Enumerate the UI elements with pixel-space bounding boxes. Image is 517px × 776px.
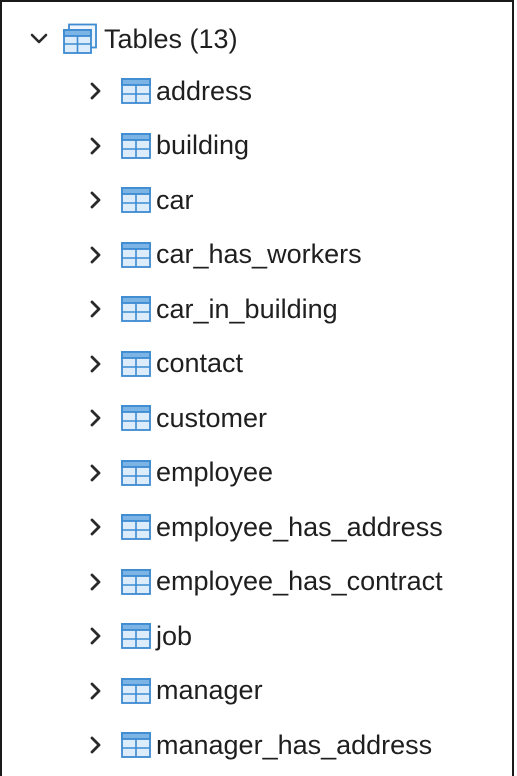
table-icon (120, 241, 152, 269)
chevron-right-icon[interactable] (82, 732, 108, 758)
table-item-label: contact (156, 348, 244, 378)
table-icon (120, 568, 152, 596)
chevron-right-icon[interactable] (82, 623, 108, 649)
chevron-right-icon[interactable] (82, 460, 108, 486)
table-icon (120, 459, 152, 487)
chevron-right-icon[interactable] (82, 678, 108, 704)
chevron-right-icon[interactable] (82, 296, 108, 322)
table-item-label: car_in_building (156, 293, 338, 324)
chevron-right-icon[interactable] (82, 514, 108, 540)
table-item-label: building (156, 130, 250, 160)
tree-node-tables-label: Tables (13) (104, 23, 238, 54)
chevron-right-icon[interactable] (82, 242, 108, 268)
table-item-car[interactable]: car (82, 173, 194, 227)
chevron-right-icon[interactable] (82, 187, 108, 213)
table-item-label: address (156, 75, 253, 106)
table-item-manager[interactable]: manager (82, 664, 263, 718)
table-item-label: job (156, 620, 193, 651)
table-item-label: manager_has_address (156, 729, 433, 760)
chevron-right-icon[interactable] (82, 133, 108, 159)
table-item-label: employee (156, 457, 274, 487)
table-item-address[interactable]: address (82, 64, 252, 118)
tables-group-icon (62, 23, 98, 55)
chevron-right-icon[interactable] (82, 405, 108, 431)
chevron-down-icon[interactable] (26, 26, 52, 52)
tree-node-tables[interactable]: Tables (13) (26, 12, 238, 66)
chevron-right-icon[interactable] (82, 351, 108, 377)
table-icon (120, 350, 152, 378)
object-explorer-panel: Tables (13) address building car car_has… (0, 0, 514, 776)
table-item-car-has-workers[interactable]: car_has_workers (82, 228, 362, 282)
table-item-car-in-building[interactable]: car_in_building (82, 282, 338, 336)
table-item-manager-has-address[interactable]: manager_has_address (82, 718, 432, 772)
table-icon (120, 295, 152, 323)
table-item-label: car (156, 184, 194, 215)
table-icon (120, 513, 152, 541)
table-item-contact[interactable]: contact (82, 337, 243, 391)
table-item-employee[interactable]: employee (82, 446, 273, 500)
table-icon (120, 731, 152, 759)
table-item-job[interactable]: job (82, 609, 192, 663)
chevron-right-icon[interactable] (82, 78, 108, 104)
table-item-label: employee_has_contract (156, 566, 443, 596)
table-item-employee-has-contract[interactable]: employee_has_contract (82, 555, 443, 609)
table-item-label: customer (156, 402, 268, 433)
table-item-label: car_has_workers (156, 239, 362, 269)
table-icon (120, 622, 152, 650)
table-icon (120, 404, 152, 432)
table-item-building[interactable]: building (82, 119, 249, 173)
table-icon (120, 186, 152, 214)
table-icon (120, 677, 152, 705)
table-item-employee-has-address[interactable]: employee_has_address (82, 500, 443, 554)
chevron-right-icon[interactable] (82, 569, 108, 595)
table-icon (120, 132, 152, 160)
table-item-customer[interactable]: customer (82, 391, 267, 445)
table-item-label: manager (156, 675, 263, 705)
table-icon (120, 77, 152, 105)
table-item-label: employee_has_address (156, 511, 443, 542)
